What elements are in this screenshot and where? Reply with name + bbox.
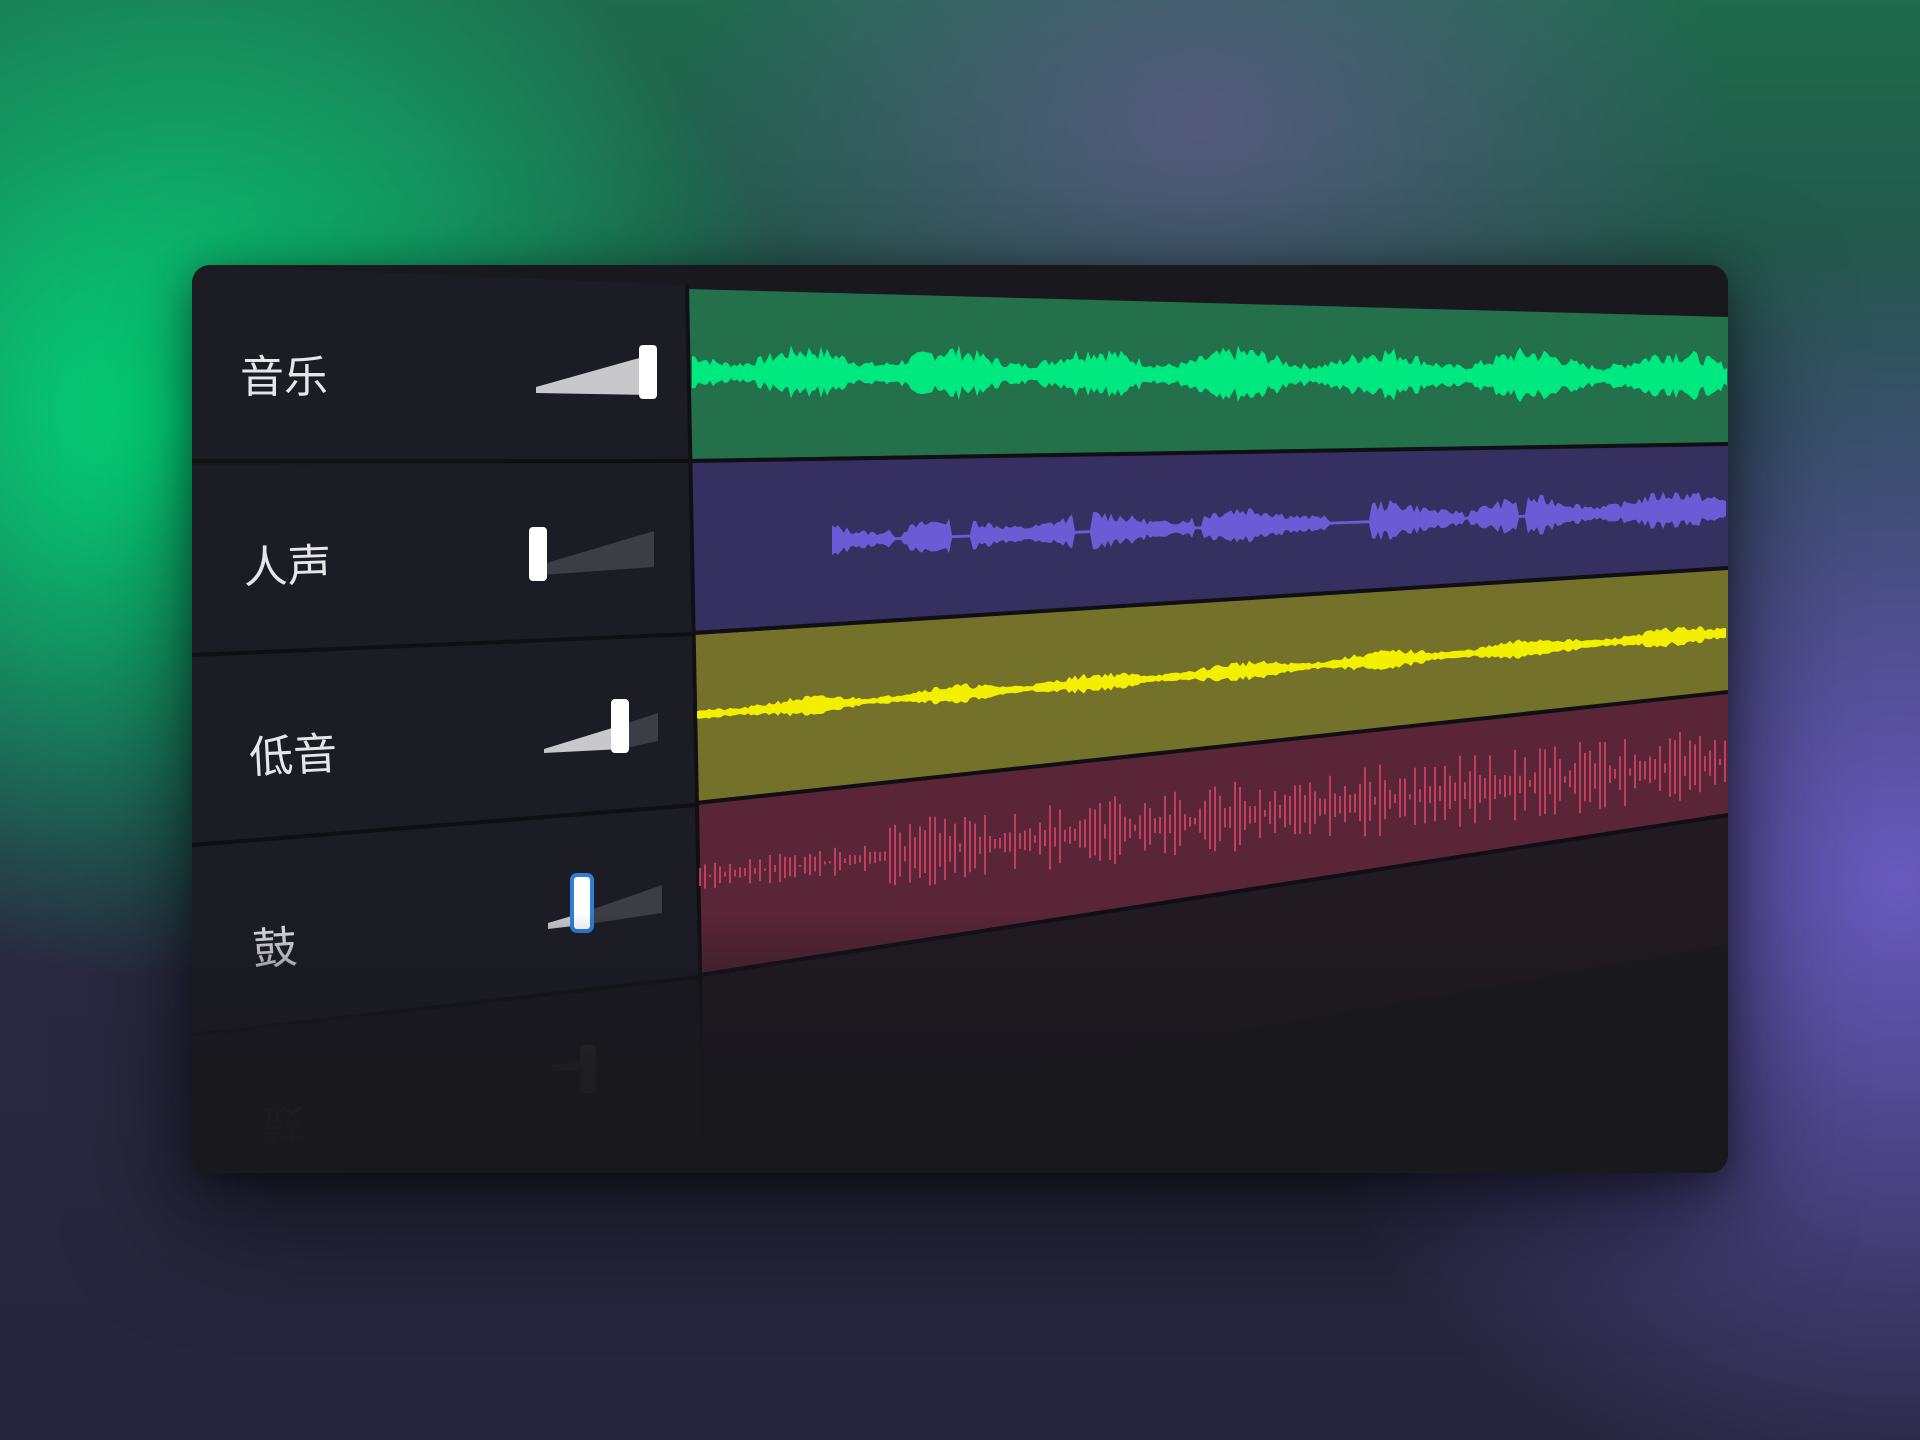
fader-handle[interactable] [639, 345, 657, 399]
track-label-reflection: 鼓 [262, 1100, 304, 1149]
mixer-panel: 音乐 人声 低音 鼓 鼓 [192, 265, 1728, 1173]
track-label-drums: 鼓 [251, 922, 298, 976]
fader-handle[interactable] [611, 699, 629, 753]
track-label-vocals: 人声 [243, 540, 333, 594]
track-lanes [685, 284, 1728, 1173]
mixer-canvas: 音乐 人声 低音 鼓 鼓 [192, 265, 1728, 1173]
track-label-bass: 低音 [248, 728, 339, 784]
fader-handle[interactable] [529, 527, 547, 581]
fader-handle[interactable] [570, 873, 594, 933]
track-label-music: 音乐 [240, 352, 328, 403]
